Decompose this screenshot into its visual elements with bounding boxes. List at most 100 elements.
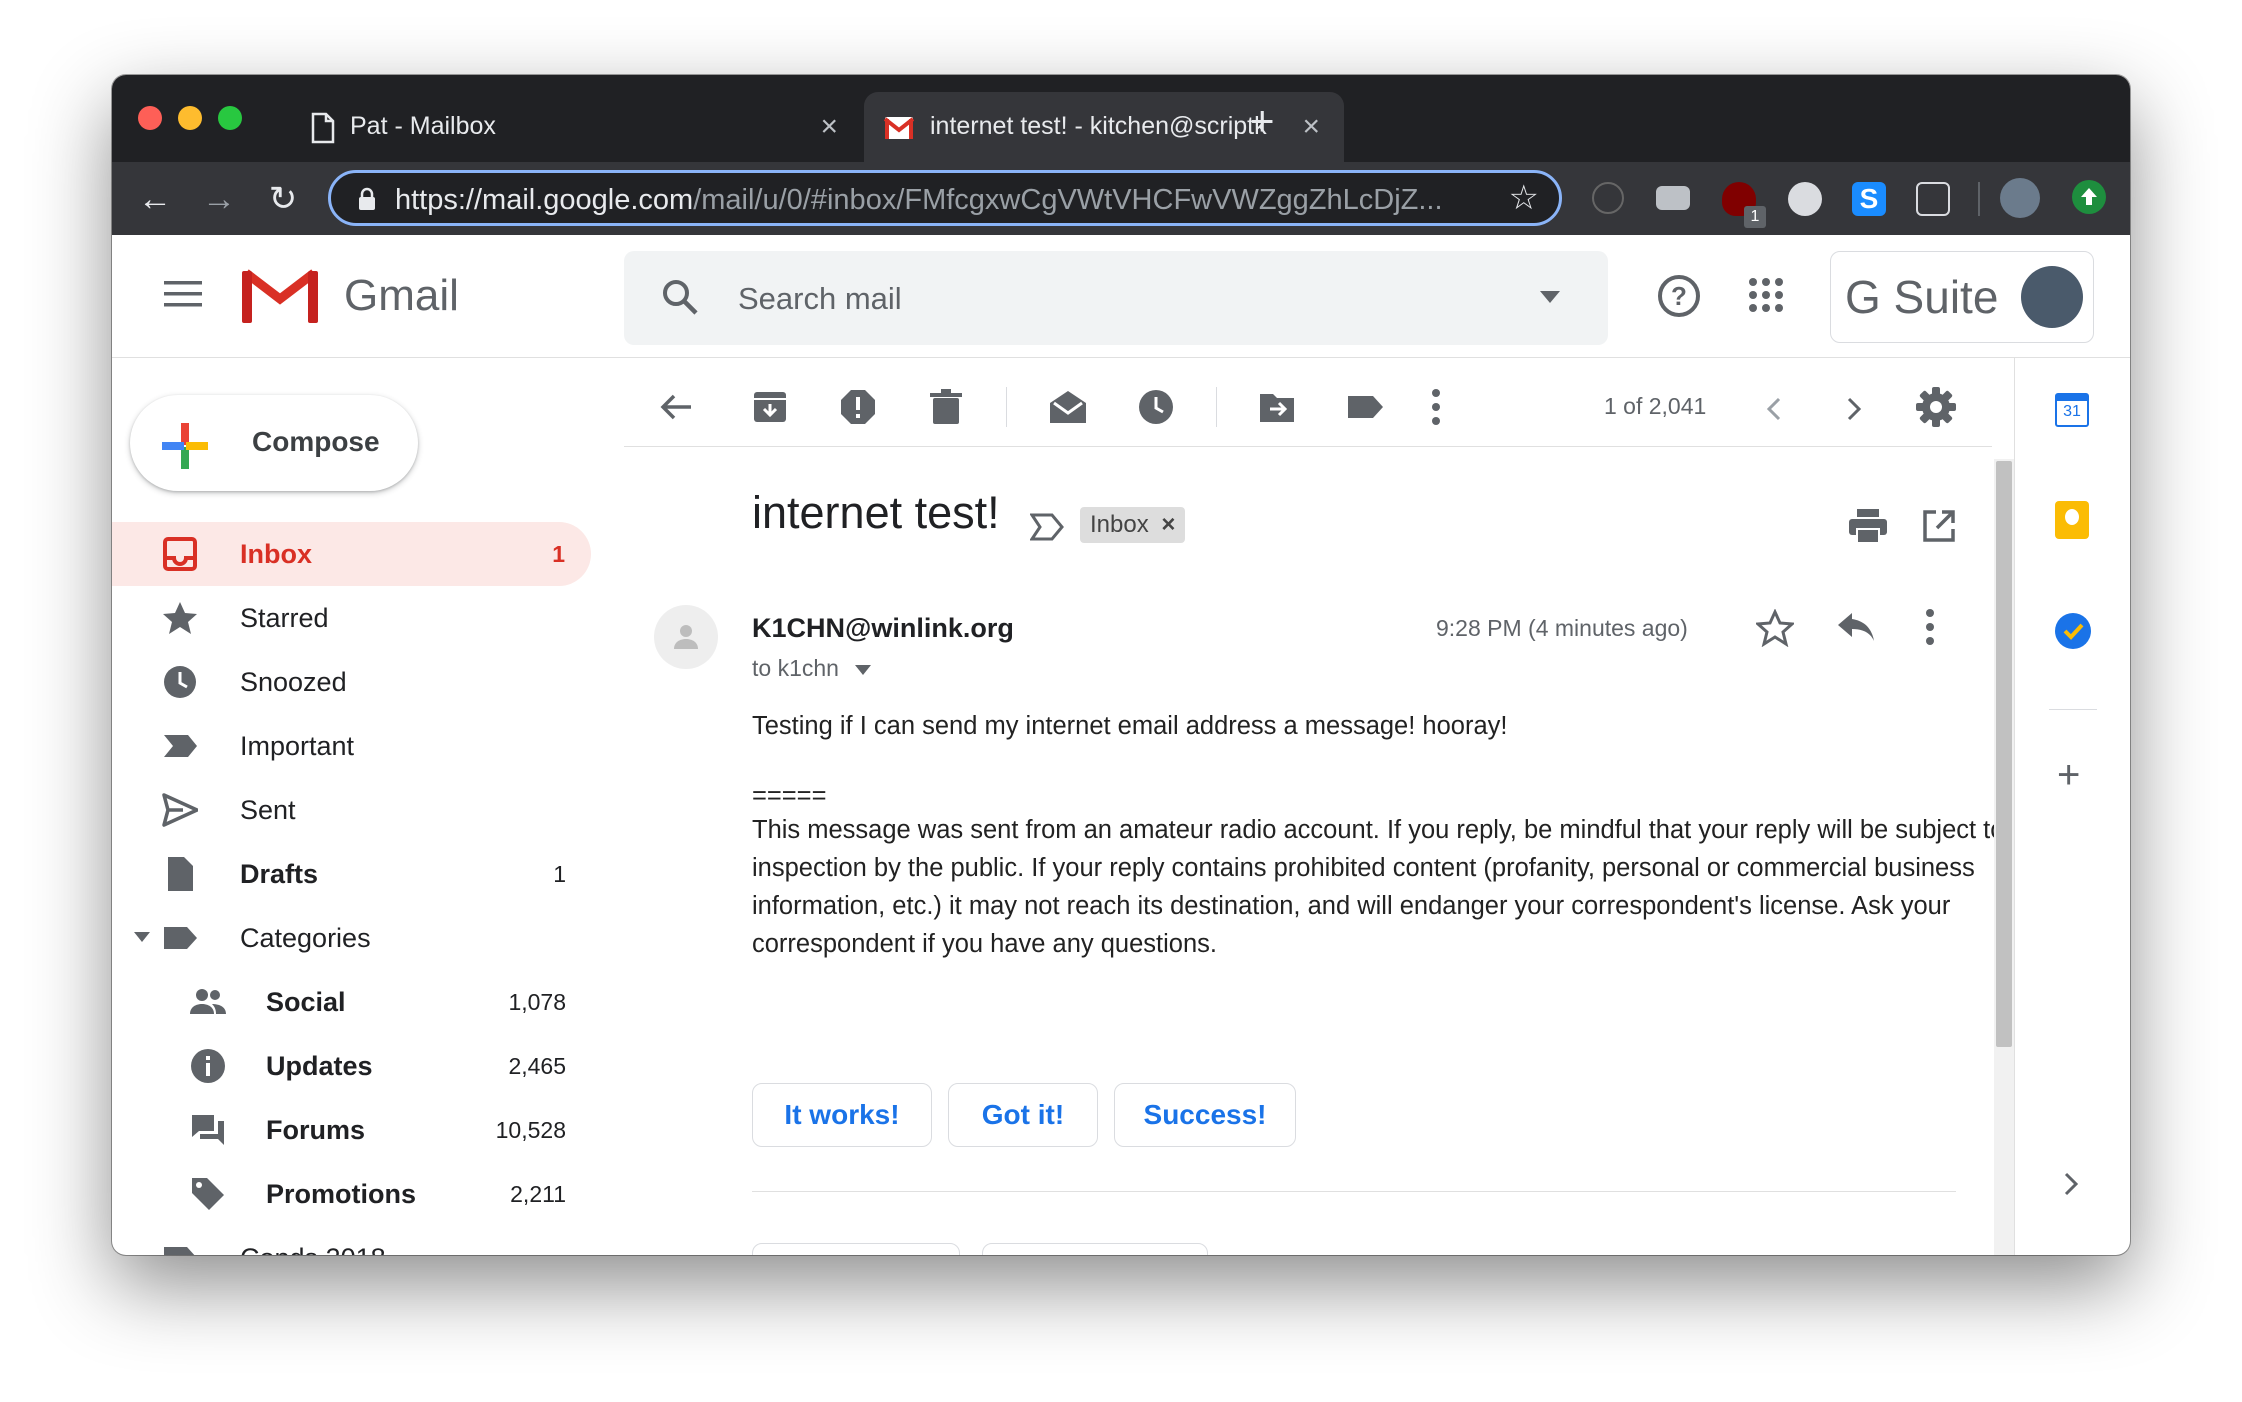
apps-grid-icon[interactable] xyxy=(1748,277,1784,313)
person-icon xyxy=(674,625,698,649)
show-side-panel-icon[interactable] xyxy=(2063,1171,2079,1197)
star-icon xyxy=(163,602,197,634)
sidebar-item-promotions[interactable]: Promotions 2,211 xyxy=(112,1162,592,1226)
tab-pat-mailbox[interactable]: Pat - Mailbox × xyxy=(292,92,862,162)
sidebar-item-inbox[interactable]: Inbox 1 xyxy=(112,522,591,586)
gmail-header: Gmail Search mail ? G Suite xyxy=(112,235,2130,358)
sender-avatar[interactable] xyxy=(654,605,718,669)
glasses-extension-icon[interactable] xyxy=(1916,182,1950,216)
tag-icon xyxy=(192,1178,224,1210)
s-extension-icon[interactable]: S xyxy=(1852,182,1886,216)
sidebar-item-snoozed[interactable]: Snoozed xyxy=(112,650,592,714)
toolbar-separator xyxy=(1216,387,1217,427)
sidebar-item-drafts[interactable]: Drafts 1 xyxy=(112,842,592,906)
extension-badge: 1 xyxy=(1744,206,1766,228)
search-bar[interactable]: Search mail xyxy=(624,251,1608,345)
back-icon[interactable]: ← xyxy=(132,176,178,222)
importance-marker-icon[interactable] xyxy=(1030,513,1064,541)
sidebar-item-categories[interactable]: Categories xyxy=(112,906,592,970)
sidebar-item-starred[interactable]: Starred xyxy=(112,586,592,650)
message-more-icon[interactable] xyxy=(1924,607,1936,647)
browser-window: Pat - Mailbox × internet test! - kitchen… xyxy=(112,75,2130,1255)
open-in-new-window-icon[interactable] xyxy=(1922,509,1956,543)
message-scrollbar[interactable] xyxy=(1994,459,2014,1255)
star-message-icon[interactable] xyxy=(1756,609,1794,647)
search-input[interactable]: Search mail xyxy=(738,281,902,317)
sidebar-item-label: Drafts xyxy=(240,859,319,889)
print-icon[interactable] xyxy=(1848,507,1888,545)
css-extension-icon[interactable] xyxy=(1656,186,1690,210)
archive-icon[interactable] xyxy=(752,389,788,425)
sidebar-item-label: Starred xyxy=(240,603,329,633)
bookmark-star-icon[interactable]: ☆ xyxy=(1509,178,1539,218)
sidebar-item-sent[interactable]: Sent xyxy=(112,778,592,842)
calendar-icon[interactable]: 31 xyxy=(2055,393,2089,427)
settings-gear-icon[interactable] xyxy=(1916,387,1956,427)
label-as-icon[interactable] xyxy=(1346,389,1384,425)
maximize-window-button[interactable] xyxy=(218,106,242,130)
forum-icon xyxy=(192,1115,224,1145)
report-spam-icon[interactable] xyxy=(840,389,876,425)
sender-address[interactable]: K1CHN@winlink.org xyxy=(752,613,1014,644)
main-menu-icon[interactable] xyxy=(164,279,202,309)
minimize-window-button[interactable] xyxy=(178,106,202,130)
reload-icon[interactable]: ↻ xyxy=(260,176,306,222)
help-icon[interactable]: ? xyxy=(1656,273,1702,319)
address-bar[interactable]: https://mail.google.com/mail/u/0/#inbox/… xyxy=(328,170,1562,226)
recipient-text: to k1chn xyxy=(752,655,839,681)
collapse-caret-icon[interactable] xyxy=(134,932,150,942)
recipient-line[interactable]: to k1chn xyxy=(752,655,872,682)
send-icon xyxy=(162,793,198,827)
label-icon xyxy=(164,927,197,949)
show-details-icon[interactable] xyxy=(855,664,872,675)
close-window-button[interactable] xyxy=(138,106,162,130)
remove-label-icon[interactable]: × xyxy=(1161,511,1175,538)
close-tab-icon[interactable]: × xyxy=(820,110,838,144)
reply-icon[interactable] xyxy=(1836,611,1876,643)
add-addon-icon[interactable]: + xyxy=(2057,753,2080,798)
tasks-icon[interactable] xyxy=(2055,613,2091,649)
forward-icon[interactable]: → xyxy=(196,176,242,222)
gsuite-label: G Suite xyxy=(1845,271,1999,323)
delete-icon[interactable] xyxy=(928,389,964,425)
sidebar-item-social[interactable]: Social 1,078 xyxy=(112,970,592,1034)
forward-button-partial[interactable] xyxy=(982,1243,1208,1255)
search-icon[interactable] xyxy=(660,277,700,317)
profile-avatar[interactable] xyxy=(2000,178,2040,218)
move-to-icon[interactable] xyxy=(1258,389,1296,425)
back-to-inbox-icon[interactable] xyxy=(658,389,694,425)
smart-reply-button[interactable]: It works! xyxy=(752,1083,932,1147)
new-tab-icon[interactable]: + xyxy=(1250,97,1275,145)
scrollbar-thumb[interactable] xyxy=(1996,461,2012,1047)
ghost-extension-icon[interactable] xyxy=(1788,182,1822,216)
sidebar-item-count: 2,465 xyxy=(508,1053,566,1079)
compose-button[interactable]: Compose xyxy=(130,395,418,491)
gsuite-account-button[interactable]: G Suite xyxy=(1830,251,2094,343)
sidebar-item-important[interactable]: Important xyxy=(112,714,592,778)
search-options-icon[interactable] xyxy=(1540,291,1560,303)
smart-reply-button[interactable]: Success! xyxy=(1114,1083,1296,1147)
smart-reply-button[interactable]: Got it! xyxy=(948,1083,1098,1147)
email-subject: internet test! xyxy=(752,487,1000,538)
account-avatar[interactable] xyxy=(2021,266,2083,328)
keep-icon[interactable] xyxy=(2055,501,2089,539)
sidebar-item-partial[interactable]: Conds 2018 xyxy=(112,1226,592,1255)
more-options-icon[interactable] xyxy=(1430,387,1442,427)
close-tab-icon[interactable]: × xyxy=(1302,110,1320,144)
sidebar-item-forums[interactable]: Forums 10,528 xyxy=(112,1098,592,1162)
newer-icon[interactable] xyxy=(1764,395,1784,423)
info-extension-icon[interactable] xyxy=(1592,182,1624,214)
body-disclaimer: This message was sent from an amateur ra… xyxy=(752,816,2005,958)
reply-button-partial[interactable] xyxy=(752,1243,960,1255)
gmail-logo-icon[interactable] xyxy=(242,265,318,323)
sidebar-item-label: Inbox xyxy=(240,539,312,569)
body-text: Testing if I can send my internet email … xyxy=(752,712,1508,740)
sidebar-item-label: Snoozed xyxy=(240,667,347,697)
sidebar-item-updates[interactable]: Updates 2,465 xyxy=(112,1034,592,1098)
mark-unread-icon[interactable] xyxy=(1048,389,1088,425)
older-icon[interactable] xyxy=(1844,395,1864,423)
sidebar-item-label: Categories xyxy=(240,923,371,953)
sidebar-item-count: 1 xyxy=(553,861,566,887)
snooze-icon[interactable] xyxy=(1138,389,1174,425)
update-arrow-icon[interactable] xyxy=(2072,180,2106,214)
